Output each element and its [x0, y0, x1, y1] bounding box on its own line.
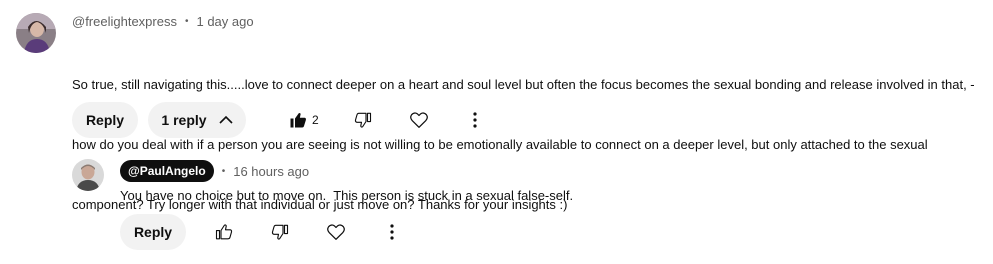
separator-dot: • — [184, 15, 189, 27]
thumbs-down-icon — [271, 223, 289, 241]
separator-dot: • — [221, 165, 226, 177]
reply-button[interactable]: Reply — [72, 102, 138, 138]
like-button[interactable] — [206, 214, 242, 250]
heart-button[interactable] — [401, 102, 437, 138]
comment-line: So true, still navigating this.....love … — [72, 77, 975, 92]
heart-icon — [409, 111, 429, 129]
dislike-button[interactable] — [262, 214, 298, 250]
reply-label: Reply — [85, 112, 125, 128]
reply-author-handle[interactable]: @PaulAngelo — [120, 160, 214, 182]
heart-button[interactable] — [318, 214, 354, 250]
thumbs-up-filled-icon — [289, 111, 307, 129]
reply-button[interactable]: Reply — [120, 214, 186, 250]
author-handle[interactable]: @freelightexpress — [72, 14, 177, 29]
replies-label: 1 reply — [161, 112, 207, 128]
dislike-button[interactable] — [345, 102, 381, 138]
more-actions-button[interactable] — [457, 102, 493, 138]
more-actions-button[interactable] — [374, 214, 410, 250]
reply-header: @PaulAngelo • 16 hours ago — [120, 159, 309, 183]
more-vert-icon — [473, 112, 477, 128]
more-vert-icon — [390, 224, 394, 240]
reply-text: You have no choice but to move on. This … — [120, 188, 574, 203]
thumbs-up-icon — [215, 223, 233, 241]
avatar[interactable] — [16, 13, 56, 53]
comment-time[interactable]: 1 day ago — [196, 14, 253, 29]
like-button[interactable] — [280, 102, 316, 138]
thumbs-down-icon — [354, 111, 372, 129]
comment-header: @freelightexpress • 1 day ago — [72, 12, 254, 30]
reply-actions: Reply — [120, 214, 410, 250]
reply-avatar[interactable] — [72, 159, 104, 191]
like-count: 2 — [312, 113, 319, 127]
replies-toggle-button[interactable]: 1 reply — [148, 102, 246, 138]
comment-actions: Reply 1 reply 2 — [72, 102, 493, 138]
reply-label: Reply — [133, 224, 173, 240]
comment-line: how do you deal with if a person you are… — [72, 137, 928, 152]
heart-icon — [326, 223, 346, 241]
chevron-up-icon — [218, 115, 233, 125]
reply-time[interactable]: 16 hours ago — [233, 164, 309, 179]
